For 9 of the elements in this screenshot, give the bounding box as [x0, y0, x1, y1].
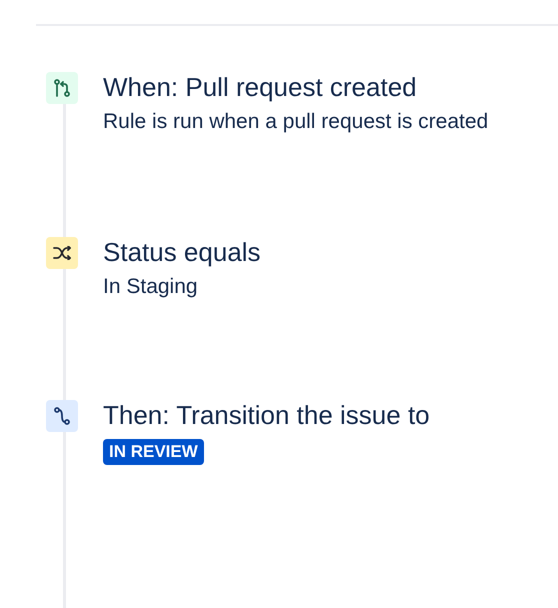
path-icon: [54, 407, 70, 425]
pull-request-icon: [54, 79, 70, 97]
status-lozenge: IN REVIEW: [103, 439, 204, 465]
shuffle-icon: [53, 246, 71, 260]
step-description: In Staging: [103, 274, 199, 300]
step-description: Rule is run when a pull request is created: [103, 109, 488, 135]
step-title: When: Pull request created: [103, 71, 418, 103]
step-title: Then: Transition the issue to: [103, 399, 430, 431]
step-title: Status equals: [103, 236, 261, 268]
